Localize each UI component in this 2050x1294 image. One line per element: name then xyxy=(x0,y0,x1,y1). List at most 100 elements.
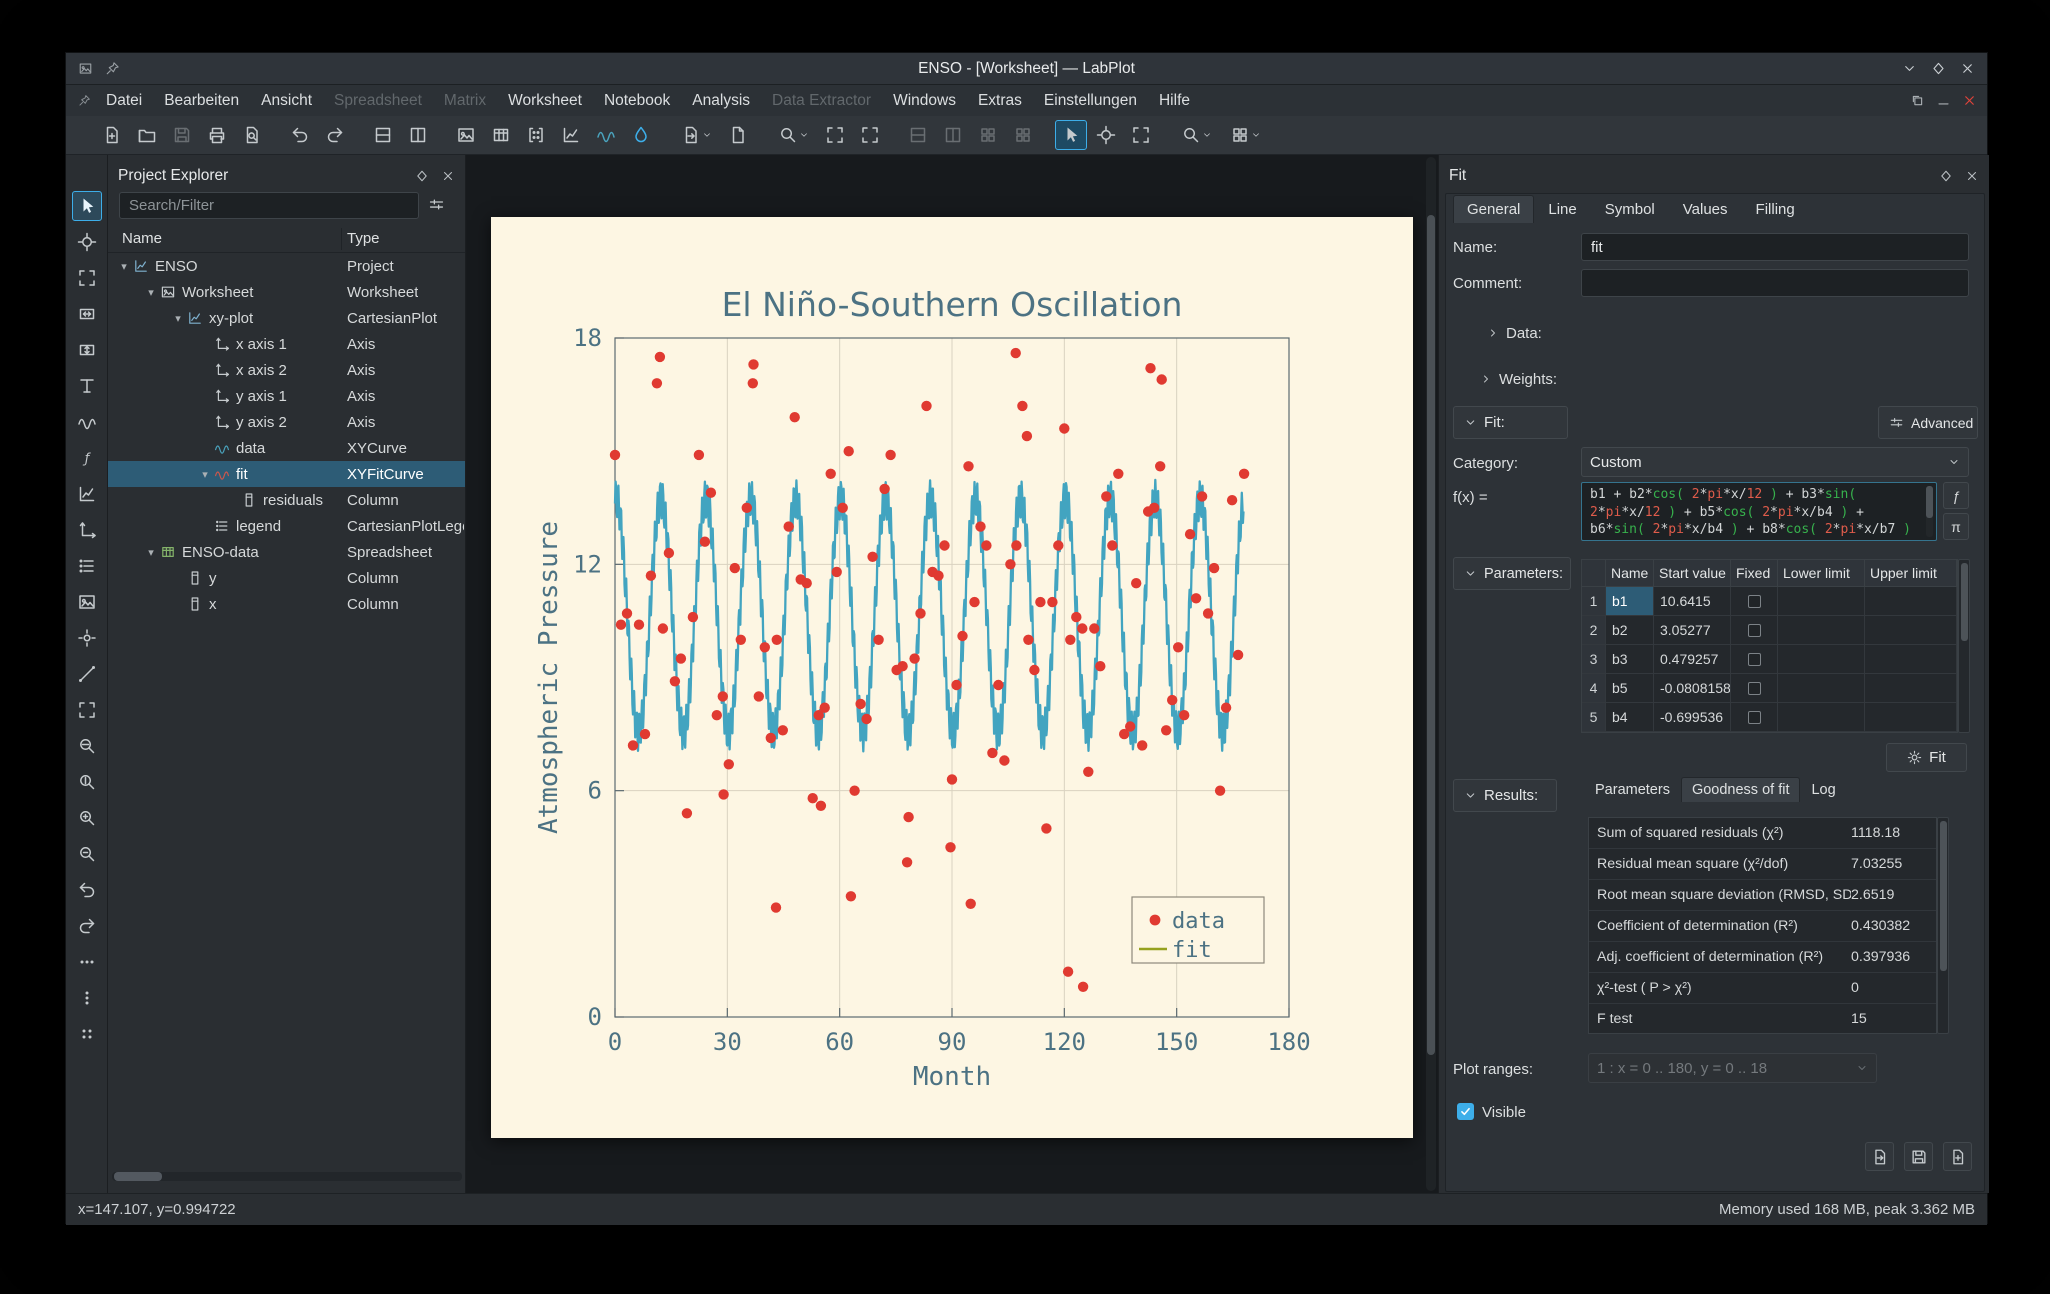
param-lower-limit[interactable] xyxy=(1778,703,1865,732)
zoom-x-select-tool[interactable] xyxy=(72,299,102,329)
param-lower-limit[interactable] xyxy=(1778,587,1865,616)
auto-scale-tool[interactable] xyxy=(72,695,102,725)
results-tab-goodness-of-fit[interactable]: Goodness of fit xyxy=(1681,777,1801,802)
add-axis-tool[interactable] xyxy=(72,515,102,545)
visible-checkbox[interactable] xyxy=(1457,1103,1474,1120)
tree-item-x-axis-1[interactable]: x axis 1Axis xyxy=(108,331,465,357)
param-name-b3[interactable]: b3 xyxy=(1606,645,1654,674)
zoom-select-tool[interactable] xyxy=(72,263,102,293)
tree-item-fit[interactable]: ▾fitXYFitCurve xyxy=(108,461,465,487)
restore-child-button[interactable] xyxy=(1910,93,1925,108)
filter-options-button[interactable] xyxy=(428,196,445,213)
column-divider[interactable] xyxy=(341,228,342,250)
tab-line[interactable]: Line xyxy=(1534,195,1590,223)
pattern-tool-3[interactable] xyxy=(72,1019,102,1049)
zoom-select-mode-button[interactable] xyxy=(1125,120,1157,150)
tree-horizontal-scrollbar[interactable] xyxy=(112,1172,462,1181)
fixed-checkbox[interactable] xyxy=(1748,711,1761,724)
results-scrollbar[interactable] xyxy=(1937,817,1949,1034)
close-child-button[interactable] xyxy=(1962,93,1977,108)
close-dock-button[interactable] xyxy=(1965,169,1979,183)
print-button[interactable] xyxy=(201,120,233,150)
fixed-checkbox[interactable] xyxy=(1748,624,1761,637)
param-lower-limit[interactable] xyxy=(1778,616,1865,645)
parameters-section-toggle[interactable]: Parameters: xyxy=(1453,557,1571,590)
export-results-button[interactable] xyxy=(1865,1142,1894,1171)
add-legend-tool[interactable] xyxy=(72,551,102,581)
export-worksheet-button[interactable] xyxy=(673,120,719,150)
insert-constant-button[interactable]: π xyxy=(1943,513,1969,540)
expand-toggle[interactable]: ▾ xyxy=(198,468,212,481)
worksheet-vertical-scrollbar[interactable] xyxy=(1426,157,1436,1191)
formula-editor[interactable]: b1 + b2*cos( 2*pi*x/12 ) + b3*sin( 2*pi*… xyxy=(1581,482,1937,541)
auto-scale-y-tool[interactable] xyxy=(72,767,102,797)
param-upper-limit[interactable] xyxy=(1865,587,1957,616)
formula-scrollbar[interactable] xyxy=(1926,486,1933,537)
results-tab-parameters[interactable]: Parameters xyxy=(1584,777,1681,802)
new-plot-button[interactable] xyxy=(555,120,587,150)
fit-selection-button[interactable] xyxy=(854,120,886,150)
fit-section-toggle[interactable]: Fit: xyxy=(1453,406,1568,439)
tree-column-header[interactable]: Name Type xyxy=(108,225,465,253)
param-upper-limit[interactable] xyxy=(1865,674,1957,703)
param-name-b2[interactable]: b2 xyxy=(1606,616,1654,645)
select-mode-button[interactable] xyxy=(1055,120,1087,150)
add-image-tool[interactable] xyxy=(72,587,102,617)
auto-scale-x-tool[interactable] xyxy=(72,731,102,761)
results-tab-log[interactable]: Log xyxy=(1800,777,1846,802)
minimize-child-button[interactable] xyxy=(1936,93,1951,108)
menu-extras[interactable]: Extras xyxy=(967,85,1033,116)
param-upper-limit[interactable] xyxy=(1865,645,1957,674)
zoom-out-tool[interactable] xyxy=(72,839,102,869)
param-name-b1[interactable]: b1 xyxy=(1606,587,1654,616)
tab-symbol[interactable]: Symbol xyxy=(1591,195,1669,223)
maximize-button[interactable] xyxy=(1931,61,1946,76)
expand-toggle[interactable]: ▾ xyxy=(144,546,158,559)
fixed-checkbox[interactable] xyxy=(1748,682,1761,695)
param-col-lower-limit[interactable]: Lower limit xyxy=(1778,560,1865,587)
tree-item-data[interactable]: dataXYCurve xyxy=(108,435,465,461)
tree-item-legend[interactable]: legendCartesianPlotLegend xyxy=(108,513,465,539)
advanced-button[interactable]: Advanced xyxy=(1878,406,1978,439)
float-panel-button[interactable] xyxy=(415,169,429,183)
tree-item-x[interactable]: xColumn xyxy=(108,591,465,617)
fit-page-button[interactable] xyxy=(819,120,851,150)
zoom-button[interactable] xyxy=(770,120,816,150)
tree-item-Worksheet[interactable]: ▾WorksheetWorksheet xyxy=(108,279,465,305)
param-col-upper-limit[interactable]: Upper limit xyxy=(1865,560,1957,587)
expand-toggle[interactable]: ▾ xyxy=(171,312,185,325)
vertical-layout-button[interactable] xyxy=(367,120,399,150)
zoom-y-select-tool[interactable] xyxy=(72,335,102,365)
param-start-value[interactable]: -0.0808158 xyxy=(1654,674,1731,703)
color-theme-button[interactable] xyxy=(625,120,657,150)
run-fit-button[interactable]: Fit xyxy=(1886,743,1967,772)
new-curve-button[interactable] xyxy=(590,120,622,150)
results-section-toggle[interactable]: Results: xyxy=(1453,779,1557,812)
crosshair-tool[interactable] xyxy=(72,227,102,257)
close-panel-button[interactable] xyxy=(441,169,455,183)
cascade-windows-button[interactable] xyxy=(937,120,969,150)
add-equation-curve-tool[interactable]: ƒ xyxy=(72,443,102,473)
pattern-tool-2[interactable] xyxy=(72,983,102,1013)
tree-item-ENSO-data[interactable]: ▾ENSO-dataSpreadsheet xyxy=(108,539,465,565)
tree-item-ENSO[interactable]: ▾ENSOProject xyxy=(108,253,465,279)
comment-input[interactable] xyxy=(1581,269,1969,297)
print-preview-button[interactable] xyxy=(236,120,268,150)
horizontal-layout-button[interactable] xyxy=(402,120,434,150)
tree-item-y-axis-2[interactable]: y axis 2Axis xyxy=(108,409,465,435)
param-name-b5[interactable]: b5 xyxy=(1606,674,1654,703)
menu-ansicht[interactable]: Ansicht xyxy=(250,85,323,116)
menu-analysis[interactable]: Analysis xyxy=(681,85,761,116)
undo-button[interactable] xyxy=(284,120,316,150)
new-worksheet-button[interactable] xyxy=(450,120,482,150)
add-text-tool[interactable] xyxy=(72,371,102,401)
titlebar[interactable]: ENSO - [Worksheet] — LabPlot xyxy=(66,53,1987,85)
menu-bearbeiten[interactable]: Bearbeiten xyxy=(153,85,250,116)
tile-windows-button[interactable] xyxy=(902,120,934,150)
tree-item-y[interactable]: yColumn xyxy=(108,565,465,591)
fixed-checkbox[interactable] xyxy=(1748,653,1761,666)
grid-snap-button[interactable] xyxy=(972,120,1004,150)
fixed-checkbox[interactable] xyxy=(1748,595,1761,608)
param-name-b4[interactable]: b4 xyxy=(1606,703,1654,732)
magnification-button[interactable] xyxy=(1173,120,1219,150)
